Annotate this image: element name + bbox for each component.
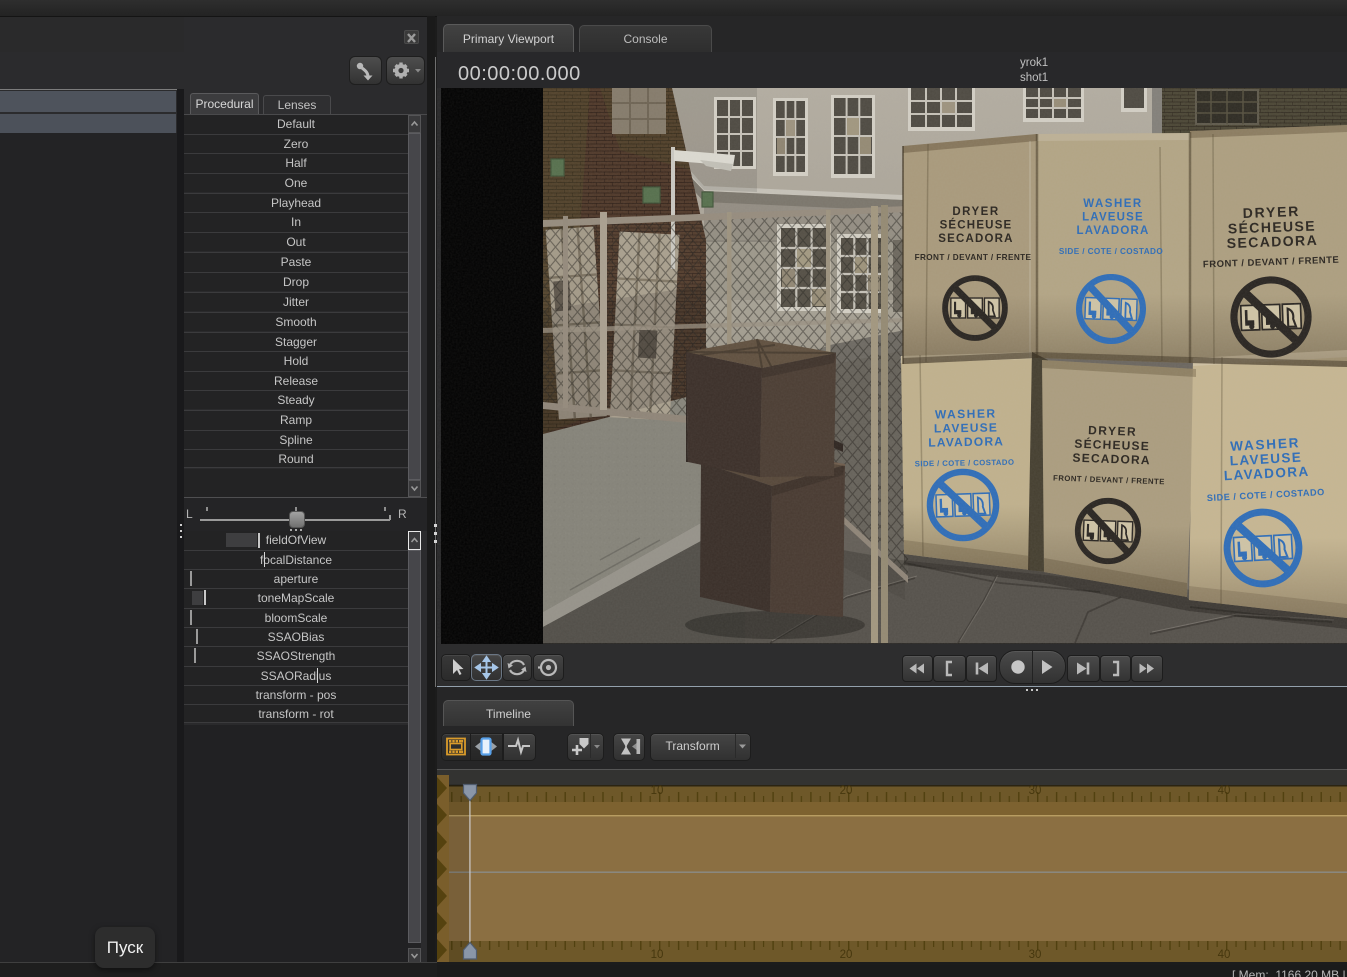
- svg-text:40: 40: [1218, 949, 1231, 961]
- svg-text:10: 10: [651, 949, 664, 961]
- svg-text:10: 10: [651, 785, 664, 797]
- svg-text:40: 40: [1218, 785, 1231, 797]
- svg-text:30: 30: [1029, 785, 1042, 797]
- svg-text:20: 20: [840, 785, 853, 797]
- svg-text:20: 20: [840, 949, 853, 961]
- svg-text:30: 30: [1029, 949, 1042, 961]
